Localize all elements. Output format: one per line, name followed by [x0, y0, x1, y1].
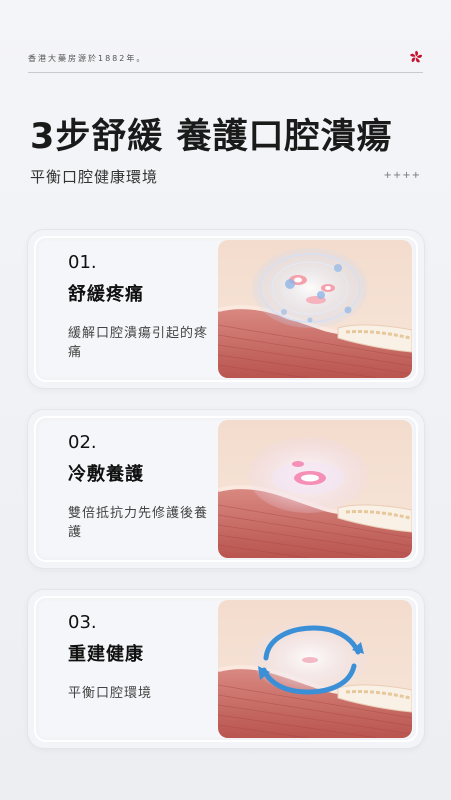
since-text: 香港大藥房源於1882年。 [28, 54, 147, 63]
step-card-3: 03. 重建健康 平衡口腔環境 [28, 590, 424, 748]
step-title: 重建健康 [68, 644, 144, 665]
ulcer-covered-film-icon [218, 420, 412, 558]
page-headline: 3步舒緩 養護口腔潰瘍 [30, 117, 393, 157]
step-card-2: 02. 冷敷養護 雙倍抵抗力先修護後養護 [28, 410, 424, 568]
cycle-arrows-icon [218, 600, 412, 738]
step-description: 雙倍抵抗力先修護後養護 [68, 506, 209, 540]
ulcer-with-bubbles-icon [218, 240, 412, 378]
step-number: 03. [68, 612, 97, 633]
step-card-1: 01. 舒緩疼痛 緩解口腔潰瘍引起的疼痛 [28, 230, 424, 388]
page-subheadline: 平衡口腔健康環境 [30, 168, 159, 186]
step-description: 平衡口腔環境 [68, 686, 153, 701]
decor-plus-marks: ++++ [383, 170, 421, 181]
step-number: 01. [68, 252, 97, 273]
step-title: 舒緩疼痛 [68, 284, 144, 305]
bauhinia-flower-icon [410, 50, 422, 63]
step-title: 冷敷養護 [68, 464, 144, 485]
step-number: 02. [68, 432, 97, 453]
step-description: 緩解口腔潰瘍引起的疼痛 [68, 326, 209, 360]
header-divider [28, 72, 423, 73]
